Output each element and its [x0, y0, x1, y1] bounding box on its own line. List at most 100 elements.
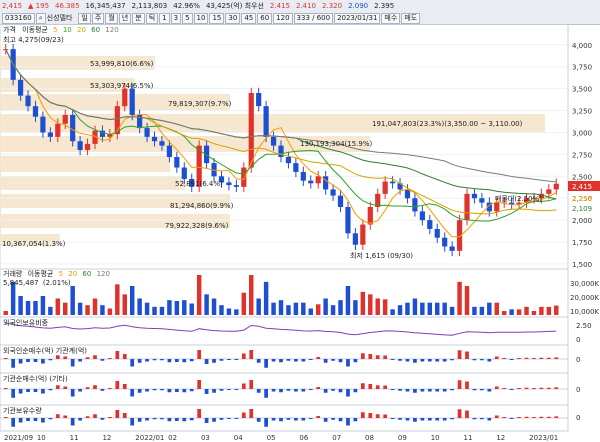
volume-bar	[55, 298, 61, 315]
interval-5-button[interactable]: 5	[182, 12, 193, 24]
volume-bar	[531, 311, 537, 315]
inst-hold-bar	[368, 413, 373, 418]
volume-bar	[405, 302, 410, 315]
inst-hold-bar	[264, 418, 268, 427]
market-cap: 43,425(억) 최우선	[205, 2, 264, 10]
volume-bar	[137, 298, 142, 315]
inst-net-bar	[398, 389, 402, 391]
annotation-10: 매물대(2.50%)	[495, 195, 542, 203]
inst-net-bar	[3, 388, 8, 389]
inst-hold-bar	[517, 417, 521, 418]
inst-net-bar	[331, 389, 335, 391]
inst-net-bar	[450, 389, 454, 391]
foreign-net-bar	[427, 359, 432, 362]
candle-body	[233, 185, 239, 187]
inst-net-bar	[375, 385, 380, 389]
volume-bar	[330, 305, 336, 315]
inst-net-bar	[152, 389, 157, 391]
foreign-net-bar	[509, 359, 514, 360]
period-day-button[interactable]: 일	[78, 12, 91, 24]
inst-net-bar	[130, 389, 135, 397]
interval-3-button[interactable]: 3	[170, 12, 182, 24]
foreign-net-bar	[160, 359, 164, 361]
volume-bar	[345, 286, 351, 315]
inst-hold-bar	[316, 416, 321, 418]
candle-body	[159, 141, 165, 146]
candle-body	[389, 181, 396, 184]
foreign-net-bar	[249, 350, 254, 359]
period-tick-button[interactable]: 틱	[145, 12, 159, 24]
annotation-9: 52,891(6.4%)	[175, 180, 223, 188]
inst-net-bar	[48, 389, 53, 391]
inst-hold-bar	[227, 418, 231, 419]
interval-120-button[interactable]: 120	[273, 12, 293, 24]
inst-hold-bar	[279, 418, 283, 422]
period-year-button[interactable]: 년	[118, 12, 132, 24]
volume-bar	[375, 298, 380, 315]
time-axis-tick: 12	[102, 434, 111, 442]
inst-net-bar	[33, 389, 38, 392]
volume-legend: 거래량 이동평균 5 20 60 120	[3, 269, 110, 278]
volume-bar	[397, 305, 403, 315]
inst-net-bar	[212, 389, 216, 393]
candle-body	[40, 116, 46, 133]
chart-area[interactable]: 53,999,810(6.6%) 53,303,974(6.5%) 79,819…	[0, 24, 600, 442]
inst-net-bar	[122, 384, 127, 389]
price-scale: 4,0003,7503,5003,2503,0002,7502,5002,250…	[572, 42, 592, 269]
inst-net-bar	[93, 385, 97, 389]
interval-30-button[interactable]: 30	[225, 12, 241, 24]
inst-net-bar	[63, 386, 68, 389]
stock-code-input[interactable]: 033160	[2, 12, 35, 24]
inst-net-bar	[204, 389, 209, 394]
interval-15-button[interactable]: 15	[209, 12, 225, 24]
ind3-scale: 0	[576, 386, 580, 394]
interval-1-button[interactable]: 1	[159, 12, 170, 24]
inst-hold-bar	[137, 418, 142, 422]
candle-body	[442, 237, 448, 247]
volume-bar	[479, 306, 485, 315]
volume-bar	[524, 306, 529, 315]
annotation-1: 53,999,810(6.6%)	[90, 60, 154, 68]
interval-60-button[interactable]: 60	[257, 12, 273, 24]
candle-body	[181, 167, 187, 179]
foreign-net-bar	[204, 359, 209, 364]
candle-body	[464, 193, 470, 221]
time-axis-tick: 10	[37, 434, 46, 442]
vol-ma60: 60	[82, 270, 91, 278]
bar-count-field[interactable]: 333 / 600	[293, 12, 334, 24]
volume-bar	[40, 296, 46, 315]
volume-bar	[449, 306, 455, 315]
candle-body	[226, 182, 232, 186]
ind4-scale: 0	[576, 414, 580, 422]
sell-button[interactable]: 매도	[401, 12, 421, 24]
candle-body	[47, 132, 53, 137]
inst-net-bar	[197, 380, 202, 389]
interval-45-button[interactable]: 45	[241, 12, 257, 24]
inst-hold-bar	[212, 418, 216, 422]
annotation-7: 79,922,328(9.6%)	[165, 222, 229, 230]
foreign-net-bar	[115, 351, 120, 359]
date-field[interactable]: 2023/01/31	[334, 12, 381, 24]
ind1-scale-1: 2.50	[576, 322, 592, 330]
volume-bar	[516, 309, 522, 315]
ma10-legend: 10	[63, 26, 72, 34]
period-minute-button[interactable]: 분	[132, 12, 145, 24]
foreign-net-bar	[152, 359, 157, 361]
period-month-button[interactable]: 월	[105, 12, 118, 24]
bid-price: 2.415	[269, 2, 290, 10]
volume-bar	[457, 281, 462, 315]
buy-button[interactable]: 매수	[381, 12, 401, 24]
volume-bar	[115, 284, 120, 315]
candle-body	[25, 95, 31, 107]
time-axis-tick: 12	[496, 434, 505, 442]
search-icon[interactable]: ⌕	[35, 12, 46, 24]
foreign-ratio-line	[5, 322, 557, 336]
candle-body	[62, 114, 68, 124]
candle-body	[285, 157, 292, 164]
inst-net-bar	[249, 380, 254, 389]
inst-hold-bar	[41, 418, 45, 423]
inst-hold-bar	[182, 418, 187, 422]
period-week-button[interactable]: 주	[91, 12, 105, 24]
ma-tag-1: 2,256	[572, 195, 593, 203]
interval-10-button[interactable]: 10	[193, 12, 209, 24]
